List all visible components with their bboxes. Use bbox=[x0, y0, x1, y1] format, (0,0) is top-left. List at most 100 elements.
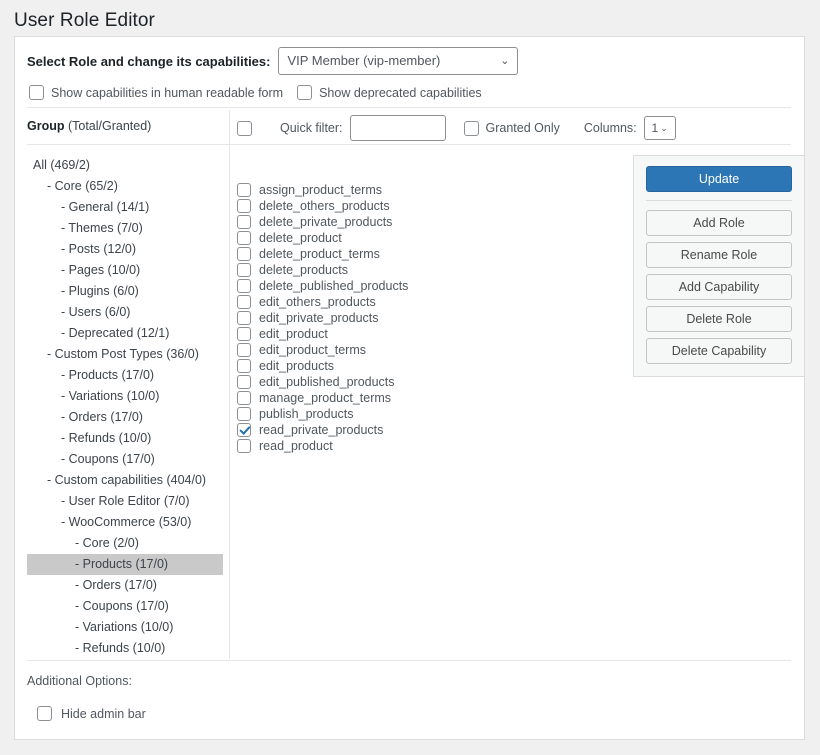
capability-label: edit_products bbox=[259, 359, 334, 373]
human-readable-checkbox[interactable] bbox=[29, 85, 44, 100]
tree-item[interactable]: - Coupons (17/0) bbox=[27, 596, 229, 617]
option-hide-admin-bar[interactable]: Hide admin bar bbox=[37, 706, 146, 721]
tree-item-dash: - bbox=[61, 494, 69, 508]
rename-role-button[interactable]: Rename Role bbox=[646, 242, 792, 268]
capability-row[interactable]: assign_product_terms bbox=[237, 182, 408, 198]
capability-row[interactable]: delete_product_terms bbox=[237, 246, 408, 262]
capability-row[interactable]: edit_product bbox=[237, 326, 408, 342]
update-button[interactable]: Update bbox=[646, 166, 792, 192]
tree-item[interactable]: - User Role Editor (7/0) bbox=[27, 491, 229, 512]
tree-item[interactable]: All (469/2) bbox=[27, 155, 229, 176]
capability-label: delete_published_products bbox=[259, 279, 408, 293]
delete-capability-button[interactable]: Delete Capability bbox=[646, 338, 792, 364]
capability-row[interactable]: edit_products bbox=[237, 358, 408, 374]
capability-checkbox[interactable] bbox=[237, 183, 251, 197]
tree-item-label: Coupons (17/0) bbox=[83, 599, 169, 613]
add-capability-button[interactable]: Add Capability bbox=[646, 274, 792, 300]
tree-item[interactable]: - Themes (7/0) bbox=[27, 218, 229, 239]
tree-item-dash: - bbox=[61, 515, 69, 529]
capability-row[interactable]: delete_published_products bbox=[237, 278, 408, 294]
capability-row[interactable]: edit_product_terms bbox=[237, 342, 408, 358]
capability-row[interactable]: read_product bbox=[237, 438, 408, 454]
delete-role-button[interactable]: Delete Role bbox=[646, 306, 792, 332]
capability-label: delete_private_products bbox=[259, 215, 392, 229]
tree-item-label: Custom Post Types (36/0) bbox=[55, 347, 199, 361]
tree-item-dash: - bbox=[75, 578, 83, 592]
quick-filter-input[interactable] bbox=[350, 115, 446, 141]
tree-item-dash: - bbox=[61, 242, 69, 256]
tree-item[interactable]: - Core (65/2) bbox=[27, 176, 229, 197]
tree-item-dash: - bbox=[75, 641, 83, 655]
tree-item[interactable]: - WooCommerce (53/0) bbox=[27, 512, 229, 533]
capability-row[interactable]: manage_product_terms bbox=[237, 390, 408, 406]
tree-item-label: Posts (12/0) bbox=[69, 242, 136, 256]
capability-row[interactable]: publish_products bbox=[237, 406, 408, 422]
tree-item-dash: - bbox=[75, 620, 83, 634]
capability-checkbox[interactable] bbox=[237, 359, 251, 373]
tree-item-dash: - bbox=[75, 557, 83, 571]
tree-item[interactable]: - Orders (17/0) bbox=[27, 575, 229, 596]
capability-checkbox[interactable] bbox=[237, 423, 251, 437]
option-show-deprecated[interactable]: Show deprecated capabilities bbox=[297, 85, 482, 100]
tree-item[interactable]: - Plugins (6/0) bbox=[27, 281, 229, 302]
capability-checkbox[interactable] bbox=[237, 263, 251, 277]
hide-admin-bar-checkbox[interactable] bbox=[37, 706, 52, 721]
capability-checkbox[interactable] bbox=[237, 231, 251, 245]
tree-item[interactable]: - Custom capabilities (404/0) bbox=[27, 470, 229, 491]
capability-checkbox[interactable] bbox=[237, 311, 251, 325]
tree-item[interactable]: - Refunds (10/0) bbox=[27, 428, 229, 449]
granted-only-checkbox[interactable] bbox=[464, 121, 479, 136]
capability-checkbox[interactable] bbox=[237, 247, 251, 261]
tree-item[interactable]: - Products (17/0) bbox=[27, 365, 229, 386]
capability-row[interactable]: delete_product bbox=[237, 230, 408, 246]
tree-item[interactable]: - Users (6/0) bbox=[27, 302, 229, 323]
capability-checkbox[interactable] bbox=[237, 215, 251, 229]
divider-bottom bbox=[27, 660, 791, 661]
capability-checkbox[interactable] bbox=[237, 391, 251, 405]
capability-row[interactable]: delete_others_products bbox=[237, 198, 408, 214]
tree-item[interactable]: - Custom Post Types (36/0) bbox=[27, 344, 229, 365]
capability-checkbox[interactable] bbox=[237, 407, 251, 421]
display-options: Show capabilities in human readable form… bbox=[29, 85, 482, 100]
tree-item[interactable]: - General (14/1) bbox=[27, 197, 229, 218]
tree-item-label: Users (6/0) bbox=[69, 305, 131, 319]
tree-item[interactable]: - Pages (10/0) bbox=[27, 260, 229, 281]
capability-row[interactable]: edit_private_products bbox=[237, 310, 408, 326]
add-role-button[interactable]: Add Role bbox=[646, 210, 792, 236]
tree-item[interactable]: - Orders (17/0) bbox=[27, 407, 229, 428]
tree-item[interactable]: - Core (2/0) bbox=[27, 533, 229, 554]
capability-row[interactable]: edit_others_products bbox=[237, 294, 408, 310]
tree-item[interactable]: - Posts (12/0) bbox=[27, 239, 229, 260]
capability-checkbox[interactable] bbox=[237, 343, 251, 357]
human-readable-label: Show capabilities in human readable form bbox=[51, 86, 283, 100]
chevron-down-icon: ⌄ bbox=[500, 48, 509, 74]
tree-item[interactable]: - Deprecated (12/1) bbox=[27, 323, 229, 344]
show-deprecated-checkbox[interactable] bbox=[297, 85, 312, 100]
capability-checkbox[interactable] bbox=[237, 375, 251, 389]
tree-item[interactable]: - Variations (10/0) bbox=[27, 386, 229, 407]
granted-only-option[interactable]: Granted Only bbox=[464, 121, 560, 136]
capability-row[interactable]: read_private_products bbox=[237, 422, 408, 438]
tree-item[interactable]: - Refunds (10/0) bbox=[27, 638, 229, 659]
capability-checkbox[interactable] bbox=[237, 439, 251, 453]
capability-row[interactable]: edit_published_products bbox=[237, 374, 408, 390]
capability-row[interactable]: delete_products bbox=[237, 262, 408, 278]
capability-checkbox[interactable] bbox=[237, 279, 251, 293]
option-human-readable[interactable]: Show capabilities in human readable form bbox=[29, 85, 283, 100]
user-role-editor-panel: Select Role and change its capabilities:… bbox=[14, 36, 805, 740]
capability-checkbox[interactable] bbox=[237, 327, 251, 341]
capability-checkbox[interactable] bbox=[237, 295, 251, 309]
tree-item-label: Core (65/2) bbox=[55, 179, 118, 193]
tree-item[interactable]: - Products (17/0) bbox=[27, 554, 223, 575]
tree-item[interactable]: - Coupons (17/0) bbox=[27, 449, 229, 470]
tree-item[interactable]: - Variations (10/0) bbox=[27, 617, 229, 638]
capability-checkbox[interactable] bbox=[237, 199, 251, 213]
columns-value: 1 bbox=[652, 121, 659, 135]
role-select[interactable]: VIP Member (vip-member) ⌄ bbox=[278, 47, 518, 75]
tree-item-dash: - bbox=[61, 452, 69, 466]
select-all-checkbox[interactable] bbox=[237, 121, 252, 136]
capability-label: assign_product_terms bbox=[259, 183, 382, 197]
columns-select[interactable]: 1 ⌄ bbox=[644, 116, 676, 140]
tree-item-label: Variations (10/0) bbox=[69, 389, 160, 403]
capability-row[interactable]: delete_private_products bbox=[237, 214, 408, 230]
